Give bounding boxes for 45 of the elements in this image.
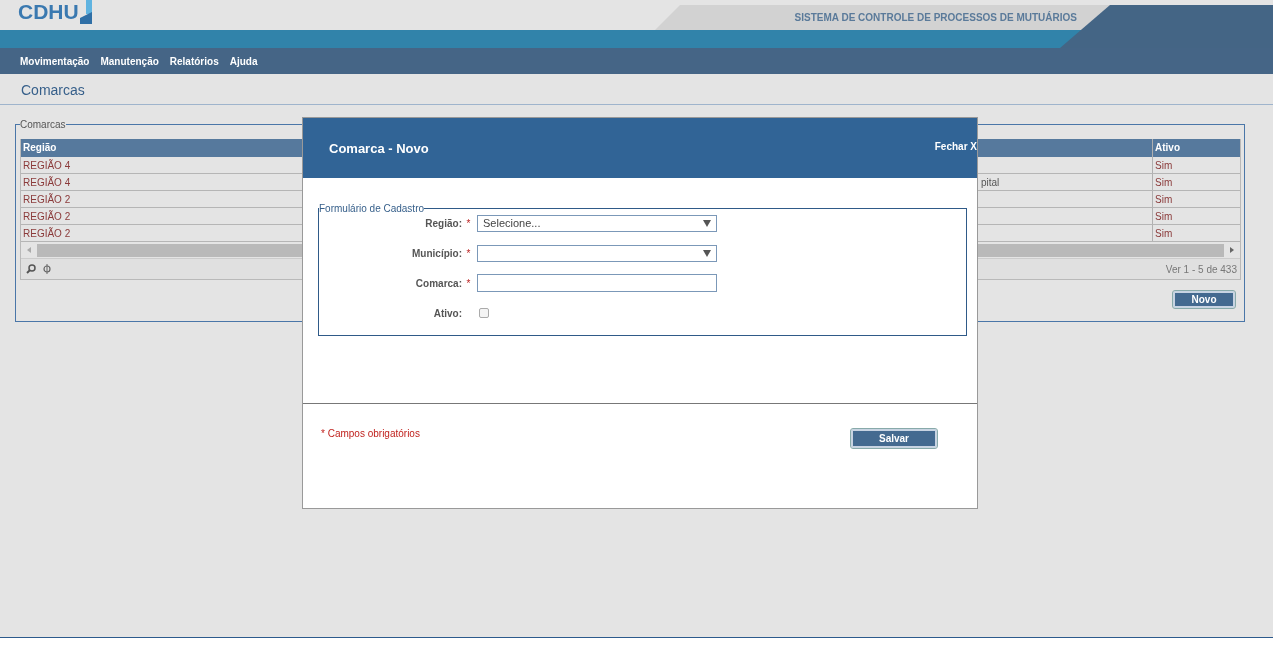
required-mark: *	[466, 217, 471, 229]
select-field[interactable]	[477, 244, 717, 262]
menu-item[interactable]: Ajuda	[229, 55, 258, 67]
menu-item[interactable]: Movimentação	[20, 55, 90, 67]
search-icon[interactable]	[26, 264, 36, 274]
dropdown-arrow-icon	[703, 249, 711, 257]
table-cell: Sim	[1152, 174, 1240, 190]
logo-mark-icon	[79, 0, 92, 24]
table-cell: Sim	[1152, 157, 1240, 173]
scroll-left-icon[interactable]	[27, 247, 31, 253]
field-label: Região:	[424, 217, 462, 229]
required-mark: *	[466, 277, 471, 289]
field-label: Ativo:	[432, 307, 462, 319]
menu-item[interactable]: Relatórios	[169, 55, 219, 67]
table-cell-text: pital	[981, 176, 1000, 190]
page-title: Comarcas	[0, 74, 1273, 105]
table-cell-text: REGIÃO 4	[22, 158, 72, 173]
table-cell-text: REGIÃO 2	[22, 192, 72, 207]
dropdown-arrow-icon	[703, 219, 711, 227]
checkbox[interactable]	[479, 308, 489, 318]
field-label: Município:	[411, 247, 462, 259]
pager-text: Ver 1 - 5 de 433	[1165, 263, 1237, 275]
table-cell: Sim	[1152, 208, 1240, 224]
form-legend: Formulário de Cadastro	[319, 203, 425, 214]
input-field[interactable]	[477, 274, 717, 292]
table-cell-text: REGIÃO 2	[22, 209, 72, 224]
field-label: Comarca:	[414, 277, 462, 289]
required-note: * Campos obrigatórios	[321, 428, 420, 439]
save-button[interactable]: Salvar	[851, 429, 937, 448]
column-header[interactable]: Região	[21, 139, 303, 157]
table-cell: Sim	[1152, 225, 1240, 241]
table-cell-text: REGIÃO 2	[22, 226, 72, 241]
table-cell-text: REGIÃO 4	[22, 175, 72, 190]
required-mark: *	[466, 247, 471, 259]
scroll-right-icon[interactable]	[1230, 247, 1234, 253]
close-link[interactable]: Fechar X	[934, 141, 977, 152]
table-cell: Sim	[1152, 191, 1240, 207]
select-field[interactable]: Selecione...	[477, 214, 717, 232]
modal-title: Comarca - Novo	[329, 141, 429, 156]
refresh-icon[interactable]	[42, 264, 52, 274]
panel-legend: Comarcas	[20, 119, 66, 130]
logo-text: CDHU	[18, 0, 79, 24]
column-header[interactable]: Ativo	[1152, 139, 1240, 157]
new-button[interactable]: Novo	[1173, 291, 1235, 308]
menu-item[interactable]: Manutenção	[100, 55, 159, 67]
